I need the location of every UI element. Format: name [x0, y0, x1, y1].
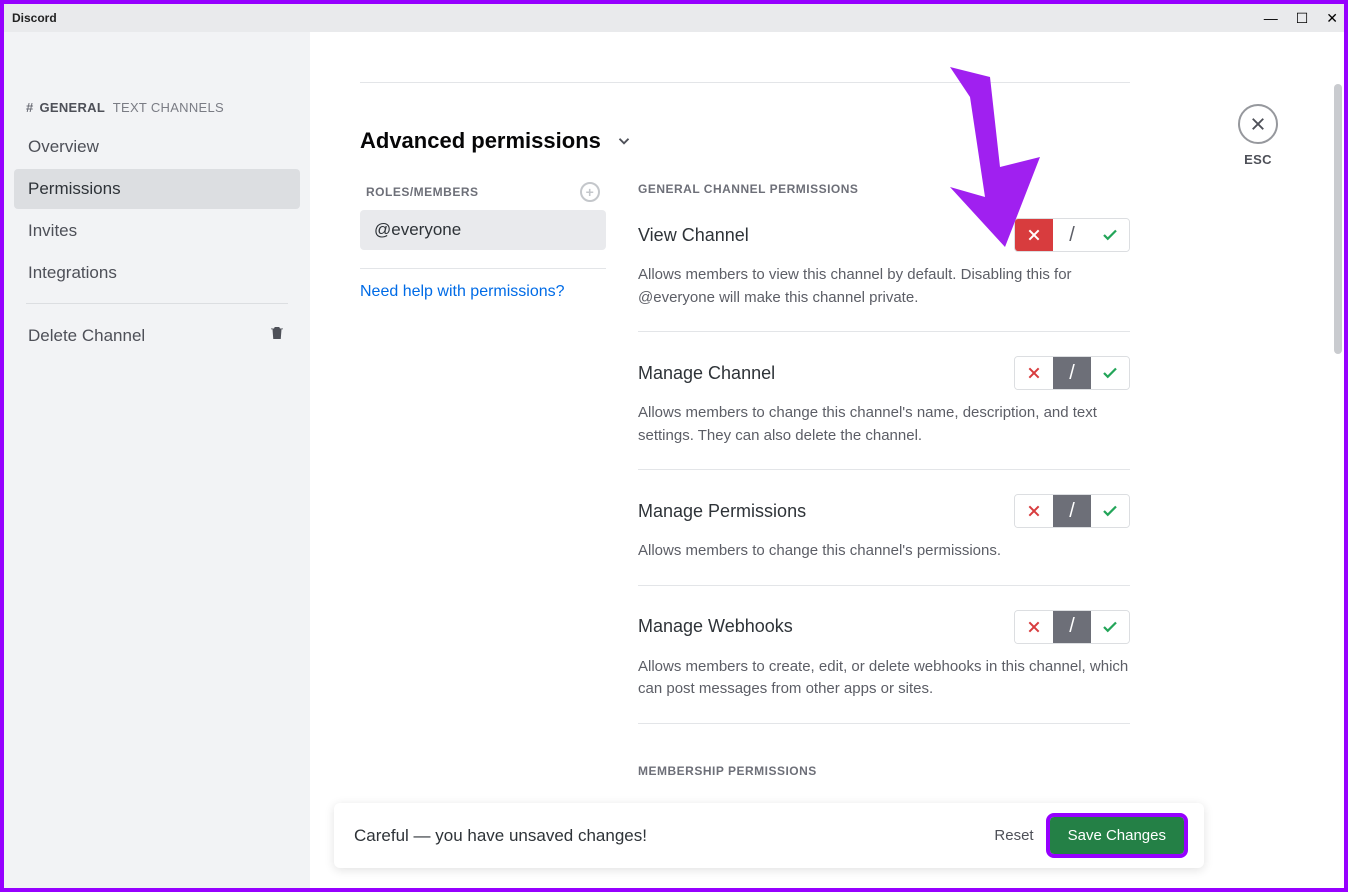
perm-title: Manage Permissions — [638, 501, 806, 522]
perm-desc: Allows members to change this channel's … — [638, 402, 1130, 447]
perm-desc: Allows members to view this channel by d… — [638, 264, 1130, 309]
trash-icon — [268, 324, 286, 347]
maximize-icon[interactable]: ☐ — [1296, 10, 1309, 27]
perm-section-header-membership: MEMBERSHIP PERMISSIONS — [638, 764, 1130, 778]
roles-header: ROLES/MEMBERS + — [360, 182, 606, 210]
perm-manage-channel: Manage Channel / Allows members to chang… — [638, 356, 1130, 470]
perm-toggle-manage-webhooks: / — [1014, 610, 1130, 644]
unsaved-changes-bar: Careful — you have unsaved changes! Rese… — [334, 803, 1204, 868]
sidebar-item-integrations[interactable]: Integrations — [14, 253, 300, 293]
perm-allow-button[interactable] — [1091, 495, 1129, 527]
perm-neutral-button[interactable]: / — [1053, 495, 1091, 527]
scrollbar-thumb[interactable] — [1334, 84, 1342, 354]
content-top-divider — [360, 82, 1130, 83]
delete-channel-label: Delete Channel — [28, 326, 145, 346]
roles-column: ROLES/MEMBERS + @everyone Need help with… — [360, 182, 606, 886]
perm-deny-button[interactable] — [1015, 495, 1053, 527]
perm-deny-button[interactable] — [1015, 611, 1053, 643]
minimize-icon[interactable]: — — [1264, 10, 1278, 26]
perm-desc: Allows members to create, edit, or delet… — [638, 656, 1130, 701]
perm-deny-button[interactable] — [1015, 357, 1053, 389]
sidebar-channel-header: # GENERAL TEXT CHANNELS — [14, 92, 300, 125]
perm-allow-button[interactable] — [1091, 357, 1129, 389]
perm-manage-permissions: Manage Permissions / Allows members to c… — [638, 494, 1130, 586]
perm-toggle-manage-channel: / — [1014, 356, 1130, 390]
esc-label: ESC — [1244, 152, 1272, 167]
esc-button[interactable]: ESC — [1238, 104, 1278, 167]
perm-title: Manage Webhooks — [638, 616, 793, 637]
perm-title: View Channel — [638, 225, 749, 246]
roles-divider — [360, 268, 606, 269]
perm-desc: Allows members to change this channel's … — [638, 540, 1130, 563]
unsaved-message: Careful — you have unsaved changes! — [354, 826, 647, 846]
perm-allow-button[interactable] — [1091, 219, 1129, 251]
save-changes-button[interactable]: Save Changes — [1050, 817, 1184, 854]
close-circle-icon — [1238, 104, 1278, 144]
delete-channel-button[interactable]: Delete Channel — [14, 314, 300, 357]
titlebar: Discord — ☐ ✕ — [4, 4, 1344, 32]
perm-allow-button[interactable] — [1091, 611, 1129, 643]
perm-view-channel: View Channel / Allows members to view th… — [638, 218, 1130, 332]
sidebar-item-invites[interactable]: Invites — [14, 211, 300, 251]
section-title: Advanced permissions — [360, 128, 601, 154]
perm-neutral-button[interactable]: / — [1053, 611, 1091, 643]
chevron-down-icon — [615, 132, 633, 150]
perm-toggle-manage-permissions: / — [1014, 494, 1130, 528]
sidebar: # GENERAL TEXT CHANNELS Overview Permiss… — [4, 32, 310, 888]
scrollbar-track[interactable] — [1332, 32, 1344, 888]
permissions-column: GENERAL CHANNEL PERMISSIONS View Channel… — [638, 182, 1130, 886]
perm-title: Manage Channel — [638, 363, 775, 384]
app-title: Discord — [12, 11, 57, 25]
section-title-row[interactable]: Advanced permissions — [360, 128, 1130, 154]
sidebar-item-permissions[interactable]: Permissions — [14, 169, 300, 209]
perm-neutral-button[interactable]: / — [1053, 219, 1091, 251]
close-icon[interactable]: ✕ — [1326, 10, 1338, 27]
role-item-everyone[interactable]: @everyone — [360, 210, 606, 250]
add-role-icon[interactable]: + — [580, 182, 600, 202]
perm-manage-webhooks: Manage Webhooks / Allows members to crea… — [638, 610, 1130, 724]
main-content: Advanced permissions ROLES/MEMBERS + @ev… — [310, 32, 1344, 888]
permissions-help-link[interactable]: Need help with permissions? — [360, 283, 606, 301]
sidebar-divider — [26, 303, 288, 304]
hash-icon: # — [26, 100, 34, 115]
perm-neutral-button[interactable]: / — [1053, 357, 1091, 389]
sidebar-item-overview[interactable]: Overview — [14, 127, 300, 167]
reset-button[interactable]: Reset — [994, 827, 1033, 844]
perm-toggle-view-channel: / — [1014, 218, 1130, 252]
perm-deny-button[interactable] — [1015, 219, 1053, 251]
window-controls: — ☐ ✕ — [1264, 4, 1338, 32]
perm-section-header-general: GENERAL CHANNEL PERMISSIONS — [638, 182, 1130, 196]
